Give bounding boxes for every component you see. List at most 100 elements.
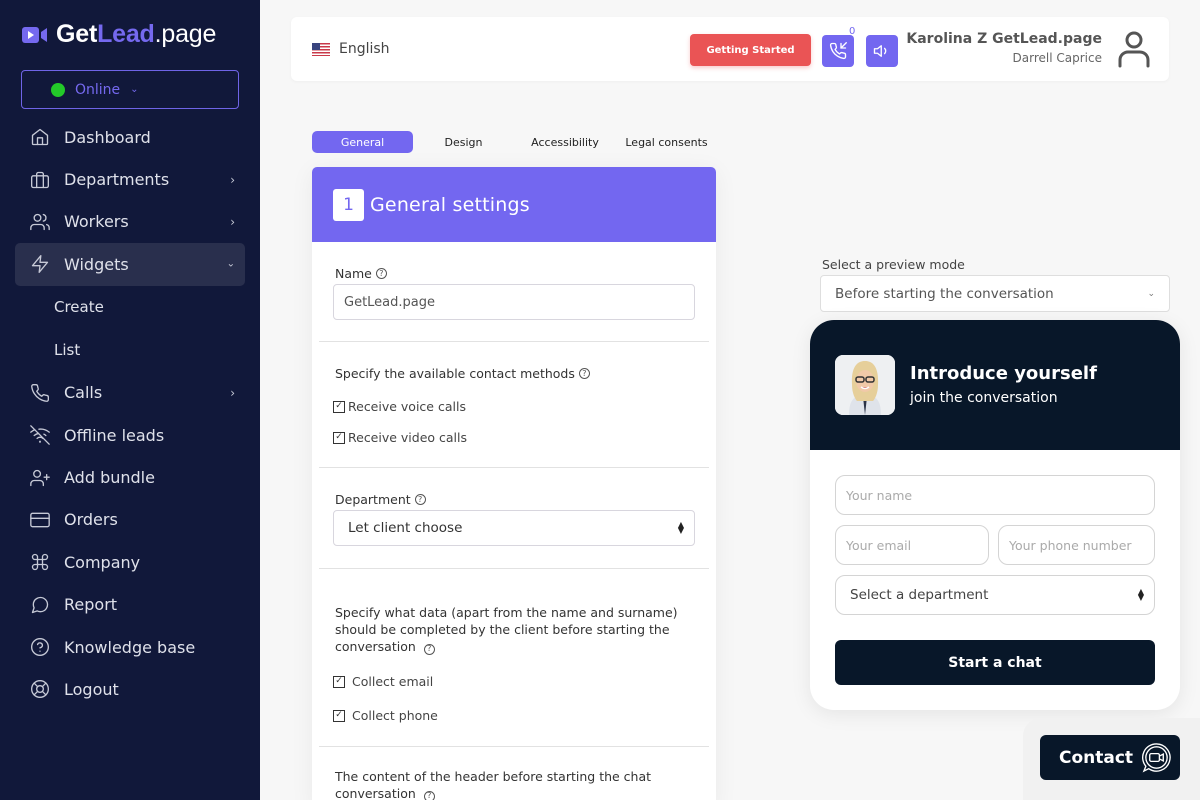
- sidebar-item-add-bundle[interactable]: Add bundle: [15, 456, 245, 498]
- preview-mode-select[interactable]: Before starting the conversation ⌄: [820, 275, 1170, 312]
- agent-photo: [835, 355, 895, 415]
- name-input[interactable]: [333, 284, 695, 320]
- sidebar-item-dashboard[interactable]: Dashboard: [15, 116, 245, 158]
- widget-subtitle: join the conversation: [910, 390, 1058, 406]
- status-select[interactable]: Online ⌄: [21, 70, 239, 109]
- contact-button-label: Contact: [1059, 747, 1134, 768]
- help-icon[interactable]: ?: [578, 368, 590, 379]
- sidebar-subitem-list[interactable]: List: [15, 329, 245, 372]
- sidebar-item-departments[interactable]: Departments ›: [15, 158, 245, 200]
- sidebar-item-label: Company: [64, 552, 141, 572]
- checkbox-label: Receive video calls: [348, 430, 468, 445]
- sidebar-item-company[interactable]: Company: [15, 541, 245, 583]
- checkbox-checked-icon[interactable]: ✓: [333, 431, 345, 444]
- sidebar-item-knowledge-base[interactable]: Knowledge base: [15, 626, 245, 668]
- phone-icon: [29, 382, 51, 404]
- zap-icon: [29, 253, 51, 275]
- collect-email-checkbox[interactable]: ✓ Collect email: [333, 674, 433, 689]
- sidebar-item-offline-leads[interactable]: Offline leads: [15, 414, 245, 456]
- checkbox-checked-icon[interactable]: ✓: [333, 400, 345, 413]
- name-label: Name ?: [335, 266, 387, 281]
- sidebar-item-workers[interactable]: Workers ›: [15, 201, 245, 243]
- language-label: English: [339, 41, 390, 57]
- chevron-down-icon: ⌄: [130, 84, 139, 95]
- name-label-text: Name: [335, 266, 372, 281]
- us-flag-icon: [312, 42, 330, 56]
- header-content-label-text: The content of the header before startin…: [335, 769, 652, 800]
- voice-calls-checkbox[interactable]: ✓ Receive voice calls: [333, 399, 466, 414]
- collect-phone-checkbox[interactable]: ✓ Collect phone: [333, 708, 438, 723]
- widget-department-value: Select a department: [850, 587, 989, 603]
- tab-design[interactable]: Design: [413, 131, 514, 153]
- help-circle-icon: [29, 636, 51, 658]
- start-chat-button[interactable]: Start a chat: [835, 640, 1155, 685]
- data-fields-label: Specify what data (apart from the name a…: [335, 604, 685, 655]
- help-icon[interactable]: ?: [414, 494, 426, 505]
- tab-legal-consents[interactable]: Legal consents: [616, 131, 717, 153]
- volume-icon: [873, 45, 887, 57]
- sidebar-item-label: Knowledge base: [64, 637, 196, 657]
- checkbox-checked-icon[interactable]: ✓: [333, 709, 345, 722]
- logo-text: GetLead.page: [56, 20, 216, 49]
- user-name: Karolina Z GetLead.page: [906, 31, 1102, 47]
- chevron-down-icon: ⌄: [1147, 288, 1155, 299]
- chevron-down-icon: ⌄: [226, 258, 235, 270]
- logo[interactable]: GetLead.page: [22, 20, 216, 49]
- sidebar-item-label: Departments: [64, 170, 170, 190]
- top-bar: English Getting Started 0 Karolina Z Get…: [291, 17, 1169, 81]
- widget-name-input[interactable]: Your name: [835, 475, 1155, 515]
- divider: [319, 568, 709, 569]
- checkbox-label: Collect email: [352, 674, 434, 689]
- department-value: Let client choose: [348, 520, 463, 536]
- tab-general[interactable]: General: [312, 131, 413, 153]
- incoming-calls-button[interactable]: [822, 35, 854, 67]
- widget-department-select[interactable]: Select a department ▲ ▼: [835, 575, 1155, 615]
- widget-email-input[interactable]: Your email: [835, 525, 989, 565]
- logo-page: .page: [154, 20, 217, 48]
- preview-mode-value: Before starting the conversation: [835, 285, 1054, 302]
- sidebar-item-orders[interactable]: Orders: [15, 499, 245, 541]
- user-role: Darrell Caprice: [1012, 51, 1102, 65]
- sidebar-item-widgets[interactable]: Widgets ⌄: [15, 243, 245, 286]
- user-avatar-icon[interactable]: [1115, 30, 1153, 68]
- sound-toggle-button[interactable]: [866, 35, 898, 67]
- briefcase-icon: [29, 169, 51, 191]
- card-title: General settings: [370, 193, 530, 216]
- logo-get: Get: [56, 20, 98, 48]
- data-fields-label-text: Specify what data (apart from the name a…: [335, 605, 678, 654]
- widget-phone-input[interactable]: Your phone number: [998, 525, 1155, 565]
- phone-incoming-icon: [829, 42, 847, 60]
- video-calls-checkbox[interactable]: ✓ Receive video calls: [333, 430, 467, 445]
- sidebar-subitem-label: List: [54, 341, 81, 360]
- status-label: Online: [75, 81, 121, 98]
- sidebar-item-report[interactable]: Report: [15, 584, 245, 626]
- general-settings-card: 1 General settings Name ? Specify the av…: [312, 167, 716, 800]
- tab-accessibility[interactable]: Accessibility: [514, 131, 616, 153]
- checkbox-checked-icon[interactable]: ✓: [333, 675, 345, 688]
- department-label-text: Department: [335, 492, 411, 507]
- chevron-right-icon: ›: [230, 214, 235, 229]
- department-select[interactable]: Let client choose ▲ ▼: [333, 510, 695, 546]
- language-selector[interactable]: English: [312, 17, 390, 81]
- sidebar-item-logout[interactable]: Logout: [15, 668, 245, 710]
- calls-count-badge: 0: [849, 26, 856, 37]
- sidebar-item-label: Workers: [64, 212, 129, 232]
- contact-methods-label: Specify the available contact methods ?: [335, 366, 590, 381]
- sidebar-subitem-create[interactable]: Create: [15, 286, 245, 329]
- header-content-label: The content of the header before startin…: [335, 768, 685, 800]
- sidebar-item-label: Report: [64, 595, 118, 615]
- getting-started-button[interactable]: Getting Started: [690, 34, 811, 66]
- sidebar-item-calls[interactable]: Calls ›: [15, 372, 245, 414]
- contact-button[interactable]: Contact: [1040, 735, 1180, 780]
- select-arrows-icon: ▲ ▼: [1137, 587, 1144, 602]
- help-icon[interactable]: ?: [423, 643, 435, 655]
- wifi-off-icon: [29, 424, 51, 446]
- sidebar-nav: Dashboard Departments › Workers › Widget…: [15, 116, 245, 711]
- sidebar-item-label: Offline leads: [64, 425, 165, 445]
- divider: [319, 746, 709, 747]
- user-plus-icon: [29, 467, 51, 489]
- sidebar-item-label: Widgets: [64, 254, 129, 274]
- help-icon[interactable]: ?: [375, 268, 387, 279]
- help-icon[interactable]: ?: [423, 790, 435, 800]
- sidebar: GetLead.page Online ⌄ Dashboard Departme…: [0, 0, 260, 800]
